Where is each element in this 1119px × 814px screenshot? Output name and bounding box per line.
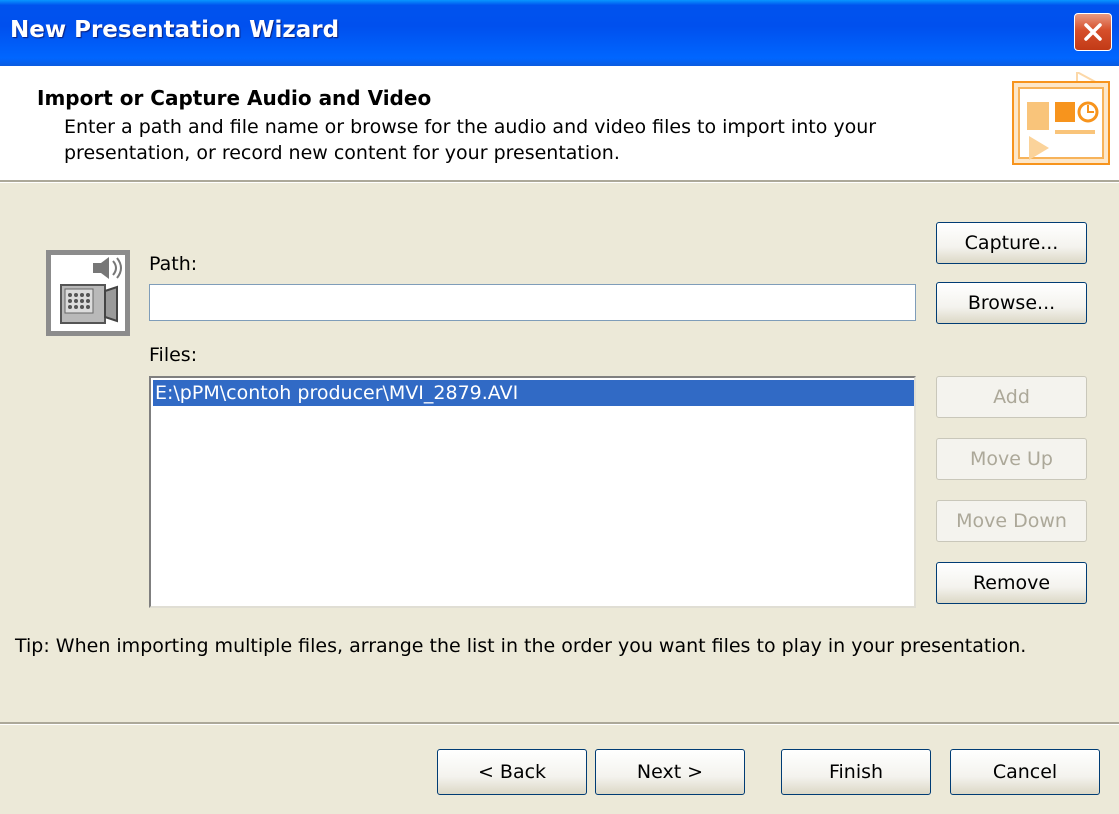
close-button[interactable] xyxy=(1074,13,1112,51)
files-list[interactable]: E:\pPM\contoh producer\MVI_2879.AVI xyxy=(149,376,916,608)
capture-button[interactable]: Capture... xyxy=(936,222,1087,264)
page-description: Enter a path and file name or browse for… xyxy=(64,116,877,164)
camcorder-icon xyxy=(46,250,130,336)
browse-button[interactable]: Browse... xyxy=(936,282,1087,324)
move-up-button[interactable]: Move Up xyxy=(936,438,1087,480)
cancel-button[interactable]: Cancel xyxy=(950,749,1100,795)
header-divider xyxy=(0,180,1119,183)
list-item[interactable]: E:\pPM\contoh producer\MVI_2879.AVI xyxy=(153,380,914,406)
path-label: Path: xyxy=(149,253,198,275)
footer-divider xyxy=(0,722,1119,725)
presentation-wizard-icon xyxy=(1012,72,1110,165)
finish-button[interactable]: Finish xyxy=(781,749,931,795)
next-button[interactable]: Next > xyxy=(595,749,745,795)
page-title: Import or Capture Audio and Video xyxy=(37,86,432,110)
remove-button[interactable]: Remove xyxy=(936,562,1087,604)
tip-text: Tip: When importing multiple files, arra… xyxy=(15,635,1027,657)
path-input[interactable] xyxy=(149,284,916,321)
files-label: Files: xyxy=(149,344,198,366)
back-button[interactable]: < Back xyxy=(437,749,587,795)
add-button[interactable]: Add xyxy=(936,376,1087,418)
title-bar[interactable]: New Presentation Wizard xyxy=(0,0,1119,66)
wizard-header: Import or Capture Audio and Video Enter … xyxy=(0,66,1119,180)
close-icon xyxy=(1084,23,1102,41)
move-down-button[interactable]: Move Down xyxy=(936,500,1087,542)
window-title: New Presentation Wizard xyxy=(10,17,340,43)
